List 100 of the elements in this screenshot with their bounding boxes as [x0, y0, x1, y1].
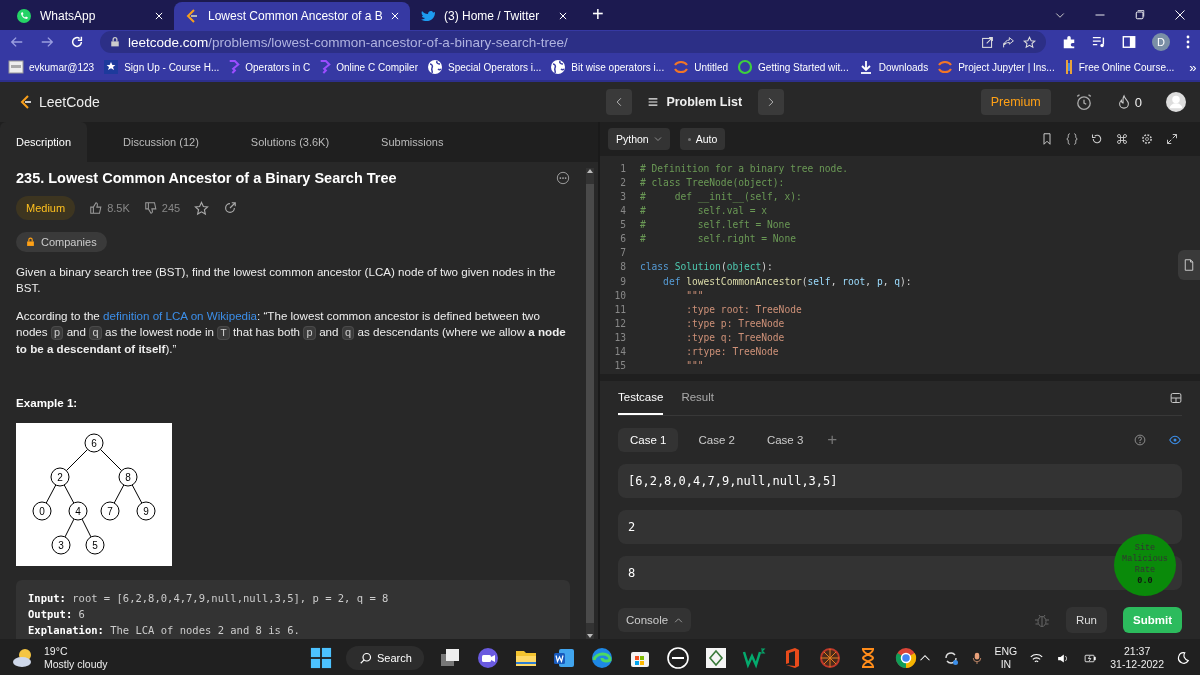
- start-icon[interactable]: [310, 647, 332, 669]
- help-icon[interactable]: [1134, 434, 1146, 446]
- emblem-icon[interactable]: [704, 646, 728, 670]
- eye-icon[interactable]: [1168, 434, 1182, 446]
- reload-icon[interactable]: [70, 35, 84, 49]
- bookmark-icon[interactable]: [1041, 133, 1053, 145]
- clock-date[interactable]: 31-12-2022: [1110, 658, 1164, 671]
- line-number: 15: [613, 358, 627, 373]
- input-language[interactable]: ENG: [994, 645, 1018, 658]
- bookmark[interactable]: Bit wise operators i...: [550, 59, 665, 75]
- input-region[interactable]: IN: [1000, 658, 1012, 671]
- console-button[interactable]: Console: [618, 608, 692, 632]
- panel-tab[interactable]: Discussion (12): [107, 122, 215, 162]
- round-browser-icon[interactable]: [894, 646, 918, 670]
- settings-icon[interactable]: [1141, 133, 1153, 145]
- puzzle-icon[interactable]: [1062, 35, 1076, 49]
- testcase-input[interactable]: 2: [618, 510, 1182, 544]
- alarm-clock-icon[interactable]: [1074, 93, 1093, 111]
- like-button[interactable]: 8.5K: [89, 200, 130, 216]
- lock-icon: [110, 36, 120, 48]
- site-logo[interactable]: LeetCode: [18, 93, 100, 111]
- bookmark[interactable]: Special Operators i...: [426, 59, 542, 75]
- wifi-icon[interactable]: [1029, 651, 1045, 665]
- bookmark[interactable]: Project Jupyter | Ins...: [937, 59, 1055, 75]
- close-icon[interactable]: [154, 11, 164, 21]
- expand-icon[interactable]: [1166, 133, 1178, 145]
- dislike-button[interactable]: 245: [143, 200, 181, 216]
- wheel-icon[interactable]: [818, 646, 842, 670]
- companies-tag[interactable]: Companies: [16, 232, 107, 252]
- file-button[interactable]: [1178, 250, 1200, 280]
- close-icon[interactable]: [558, 11, 568, 21]
- clock-time[interactable]: 21:37: [1124, 645, 1151, 658]
- layout-icon[interactable]: [1170, 392, 1182, 404]
- user-avatar-icon[interactable]: [1166, 92, 1186, 112]
- code-logo-icon: [18, 93, 34, 111]
- swirl-browser-icon[interactable]: [590, 646, 614, 670]
- more-bookmarks-button[interactable]: »: [1183, 58, 1200, 76]
- run-button[interactable]: Run: [1065, 607, 1107, 633]
- bookmark[interactable]: evkumar@123: [8, 59, 95, 75]
- new-tab-button[interactable]: +: [586, 2, 610, 27]
- case-tab[interactable]: Case 1: [618, 428, 679, 452]
- code-line: # class TreeNode(object):: [640, 176, 785, 191]
- thumbs-down-icon: [143, 201, 158, 215]
- panel-tab[interactable]: Submissions: [365, 122, 460, 162]
- microphone-icon[interactable]: [970, 650, 983, 666]
- bookmark[interactable]: Getting Started wit...: [737, 59, 849, 75]
- sidebar-icon[interactable]: [1122, 35, 1136, 49]
- code-line: # def __init__(self, x):: [640, 190, 802, 205]
- search-icon: [360, 652, 372, 664]
- code-line: """: [685, 288, 704, 303]
- w3-logo-icon[interactable]: [742, 646, 766, 670]
- close-icon[interactable]: [390, 11, 400, 21]
- scroll-up-icon[interactable]: [586, 168, 594, 174]
- scrollbar[interactable]: [586, 168, 594, 639]
- case-tab[interactable]: Case 3: [754, 428, 816, 452]
- star-outline-icon[interactable]: [194, 200, 210, 216]
- video-chat-icon[interactable]: [476, 646, 500, 670]
- back-icon[interactable]: [10, 35, 24, 49]
- testcase-input[interactable]: [6,2,8,0,4,7,9,null,null,3,5]: [618, 464, 1182, 498]
- bookmark[interactable]: Untitled: [673, 59, 729, 75]
- open-external-icon[interactable]: [981, 35, 994, 49]
- language-select[interactable]: Python: [608, 128, 670, 150]
- browser-tab[interactable]: WhatsApp: [6, 2, 174, 30]
- case-tab[interactable]: Case 2: [686, 428, 747, 452]
- auto-mode-button[interactable]: Auto: [679, 128, 726, 150]
- chat-bubble-icon: [16, 8, 32, 24]
- bookmark[interactable]: Sign Up - Course H...: [103, 59, 220, 75]
- result-panel-tab[interactable]: Result: [681, 381, 714, 415]
- premium-button[interactable]: Premium: [980, 89, 1051, 115]
- moon-icon[interactable]: [1176, 651, 1190, 665]
- browser-tab[interactable]: (3) Home / Twitter: [410, 2, 578, 30]
- weather-text: Mostly cloudy: [44, 658, 108, 671]
- forward-icon[interactable]: [40, 35, 54, 49]
- page-icon: [8, 59, 24, 75]
- restore-icon[interactable]: [1134, 9, 1146, 21]
- bookmark[interactable]: Free Online Course...: [1063, 59, 1175, 75]
- command-key-icon[interactable]: [1116, 133, 1128, 145]
- streak-counter[interactable]: 0: [1116, 94, 1142, 110]
- problem-list-button[interactable]: Problem List: [642, 95, 749, 109]
- reset-icon[interactable]: [1091, 133, 1103, 145]
- taskbar-search[interactable]: Search: [346, 646, 424, 670]
- playlist-icon[interactable]: [1092, 35, 1106, 49]
- panel-tab[interactable]: Solutions (3.6K): [234, 122, 346, 162]
- more-options-icon[interactable]: [556, 171, 570, 185]
- bookmark[interactable]: Online C Compiler: [319, 59, 418, 75]
- document-w-icon[interactable]: [552, 646, 576, 670]
- address-bar[interactable]: leetcode.com/problems/lowest-common-ancestor-of-a-binary-search-tree/: [100, 31, 1046, 53]
- close-icon[interactable]: [1174, 9, 1186, 21]
- result-panel-tab[interactable]: Testcase: [618, 381, 664, 415]
- bookmark[interactable]: Downloads: [857, 59, 929, 75]
- braces-icon[interactable]: [1066, 133, 1078, 145]
- line-number: 9: [619, 274, 627, 289]
- bookmark[interactable]: Operators in C: [228, 59, 311, 75]
- more-icon[interactable]: [1186, 35, 1190, 49]
- share-icon[interactable]: [1002, 35, 1015, 49]
- share-arrow-icon[interactable]: [223, 201, 238, 215]
- panel-tab[interactable]: Description: [0, 122, 88, 162]
- browser-tab[interactable]: Lowest Common Ancestor of a B: [174, 2, 410, 30]
- sync-icon[interactable]: [942, 650, 959, 666]
- circle-logo-icon[interactable]: [666, 646, 690, 670]
